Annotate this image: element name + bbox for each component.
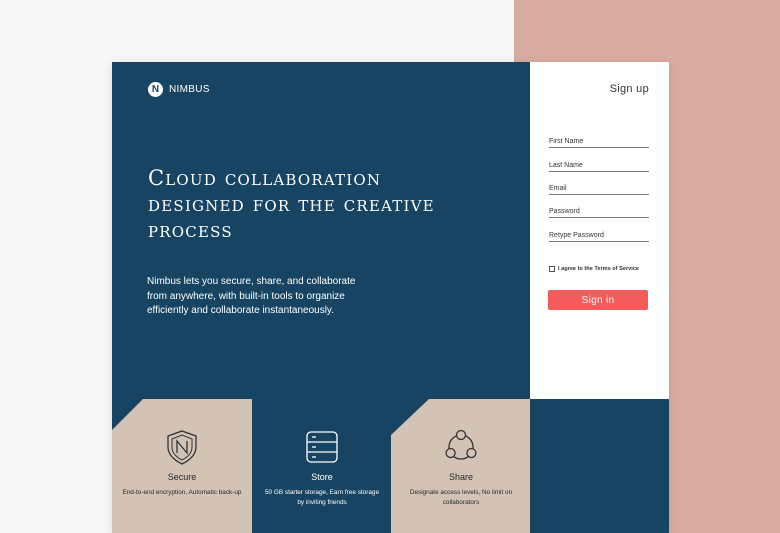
signup-card: N NIMBUS Cloud collaboration designed fo… (112, 62, 669, 533)
feature-store: Store 50 GB starter storage, Earn free s… (252, 399, 392, 533)
share-icon (444, 429, 477, 460)
checkbox[interactable] (549, 266, 555, 272)
feature-description: Designate access levels, No limit on col… (409, 489, 513, 506)
first-name-field[interactable]: First Name (549, 137, 649, 148)
field-label: Retype Password (549, 232, 604, 239)
retype-password-field[interactable]: Retype Password (549, 231, 649, 242)
signup-title: Sign up (609, 83, 649, 95)
brand-name: NIMBUS (169, 84, 210, 95)
brand-logo[interactable]: N NIMBUS (148, 82, 210, 97)
email-field[interactable]: Email (549, 184, 649, 195)
terms-checkbox[interactable]: I agree to the Terms of Service (549, 266, 639, 272)
field-label: First Name (549, 138, 584, 145)
last-name-field[interactable]: Last Name (549, 161, 649, 172)
decorative-panel (530, 399, 669, 533)
field-label: Email (549, 185, 567, 192)
feature-title: Share (448, 472, 474, 482)
field-label: Last Name (549, 162, 583, 169)
feature-description: End-to-end encryption, Automatic back-up (122, 489, 242, 496)
signup-form: Sign up First Name Last Name Email Passw… (530, 62, 669, 399)
feature-title: Store (311, 472, 333, 482)
feature-title: Secure (167, 472, 197, 482)
hero-description: Nimbus lets you secure, share, and colla… (147, 276, 356, 316)
server-icon (306, 431, 338, 463)
sign-in-button[interactable]: Sign in (548, 290, 648, 310)
feature-share: Share Designate access levels, No limit … (391, 399, 530, 533)
feature-description: 50 GB starter storage, Earn free storage… (264, 489, 380, 506)
field-label: Password (549, 208, 580, 215)
shield-icon (167, 430, 197, 465)
hero-panel: N NIMBUS Cloud collaboration designed fo… (112, 62, 530, 533)
password-field[interactable]: Password (549, 207, 649, 218)
hero-headline: Cloud collaboration designed for the cre… (148, 166, 435, 242)
nimbus-logo-icon: N (148, 82, 163, 97)
terms-label: I agree to the Terms of Service (558, 266, 640, 272)
